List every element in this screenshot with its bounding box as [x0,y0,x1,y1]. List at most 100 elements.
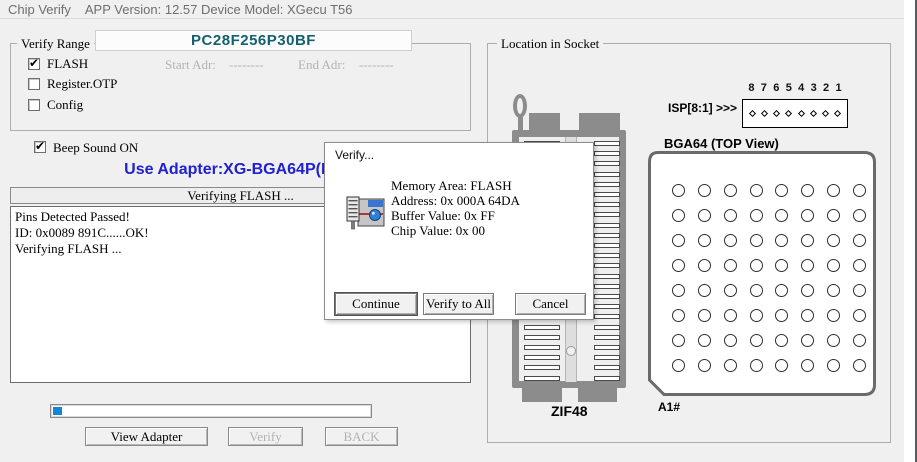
continue-button[interactable]: Continue [335,293,417,315]
zif-slot [594,365,620,370]
bga-ball [827,334,840,347]
isp-header-label: ISP[8:1] >>> [668,101,737,115]
isp-pin [761,110,768,117]
bga-ball [827,284,840,297]
beep-sound-checkbox[interactable] [34,141,46,153]
bga-ball [724,309,737,322]
verify-dialog: Verify... Memory Area: FLASHAddress: 0x … [324,142,594,320]
bga-ball [853,284,866,297]
isp-pin [785,110,792,117]
verify-range-label: Verify Range [17,36,94,52]
bga-ball [750,334,763,347]
start-adr-value: -------- [229,57,264,73]
zif-slot-column-right [594,141,620,381]
bga-ball [672,184,685,197]
bga-ball [775,259,788,272]
zif-slot [524,335,560,340]
config-checkbox-label: Config [47,97,83,113]
bga-ball [750,234,763,247]
location-in-socket-label: Location in Socket [497,36,603,52]
zif-slot [594,304,620,309]
register-otp-checkbox[interactable] [28,78,40,90]
bga-ball [827,234,840,247]
bga-ball [698,309,711,322]
zif-slot [594,294,620,299]
bga-ball [672,334,685,347]
dlg-line: Address: 0x 000A 64DA [391,193,520,208]
progress-bar [50,404,372,418]
register-otp-checkbox-label: Register.OTP [47,76,117,92]
bga-ball [698,359,711,372]
bga-ball [724,184,737,197]
bga-ball [775,334,788,347]
zif-slot [594,355,620,360]
zif-slot [594,284,620,289]
bga-ball [698,334,711,347]
bga-ball [775,234,788,247]
bga-ball [801,184,814,197]
bga-ball [827,209,840,222]
bga64-ball-grid [666,178,872,378]
bga-ball [853,209,866,222]
zif-slot [594,335,620,340]
bga-ball [698,284,711,297]
bga-ball [801,234,814,247]
bga-ball [775,184,788,197]
bga-ball [724,334,737,347]
zif-slot [524,345,560,350]
isp-pin [834,110,841,117]
log-header-text: Verifying FLASH ... [187,188,294,204]
bga-ball [698,184,711,197]
bga-ball [672,309,685,322]
isp-pin-numbers: 87654321 [742,82,848,94]
bga-ball [672,234,685,247]
view-adapter-button[interactable]: View Adapter [85,427,208,446]
bga-ball [724,359,737,372]
bga-ball [801,334,814,347]
bga-ball [853,359,866,372]
bga-ball [724,284,737,297]
bga-ball [698,259,711,272]
bga-ball [801,259,814,272]
isp-num: 8 [748,82,754,94]
back-button[interactable]: BACK [325,427,398,446]
bga-ball [724,209,737,222]
title-divider [0,18,906,19]
bga-ball [724,259,737,272]
isp-pin [810,110,817,117]
cancel-button[interactable]: Cancel [515,293,586,315]
config-checkbox[interactable] [28,99,40,111]
bga-ball [827,359,840,372]
zif-slot [524,325,560,330]
window-titlebar: Chip Verify APP Version: 12.57 Device Mo… [8,2,353,17]
bga-ball [775,284,788,297]
bga-ball [853,234,866,247]
bga-ball [750,259,763,272]
bga-ball [827,259,840,272]
zif-slot [594,253,620,258]
bga-ball [853,184,866,197]
zif-slot [594,274,620,279]
verify-to-all-button[interactable]: Verify to All [423,293,494,315]
verify-button[interactable]: Verify [228,427,303,446]
isp-pin [822,110,829,117]
zif-slot [594,263,620,268]
bga-ball [775,209,788,222]
bga-ball [827,184,840,197]
zif-pivot-screw [566,346,576,356]
app-version-info: APP Version: 12.57 Device Model: XGecu T… [85,2,353,17]
zif-slot [594,182,620,187]
verify-dialog-title: Verify... [335,148,374,162]
app-title: Chip Verify [8,2,71,17]
bga-ball [750,209,763,222]
zif48-label: ZIF48 [551,403,588,419]
isp-num: 1 [836,82,842,94]
zif-slot [594,161,620,166]
end-adr-value: -------- [359,57,394,73]
zif-lever-icon [513,94,527,118]
start-adr-label: Start Adr: [165,57,216,73]
flash-checkbox[interactable] [28,58,40,70]
isp-pin [798,110,805,117]
dlg-line: Buffer Value: 0x FF [391,208,520,223]
zif-slot [594,314,620,319]
